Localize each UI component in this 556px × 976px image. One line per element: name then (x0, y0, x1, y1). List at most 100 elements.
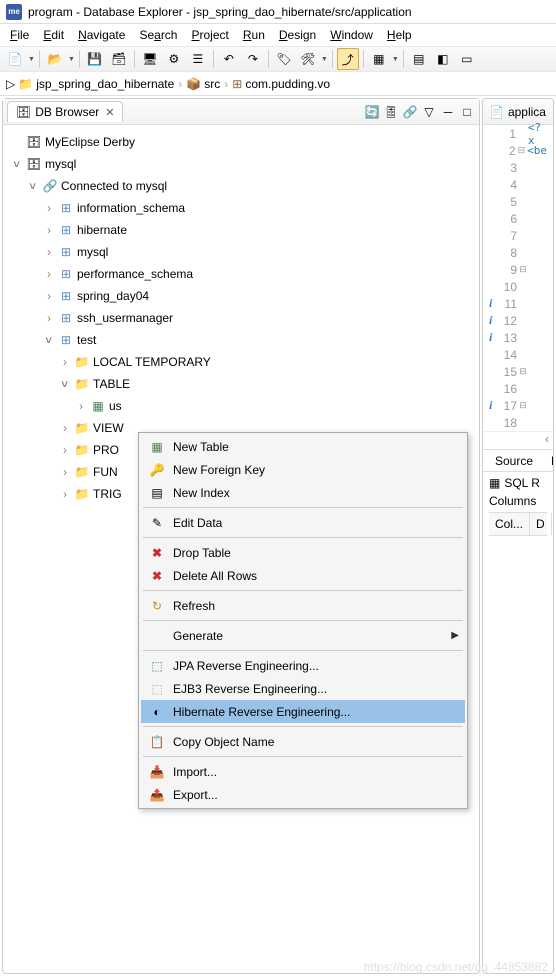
editor-gutter[interactable]: 1<?x2⊟<be3456789⊟10i11i12i131415⊟16i17⊟1… (483, 125, 553, 431)
twisty-icon[interactable] (59, 466, 71, 478)
scroll-left-icon[interactable]: ‹ (545, 432, 549, 449)
fold-icon[interactable]: ⊟ (519, 264, 527, 275)
source-tab2-button[interactable]: N (545, 452, 554, 470)
tree-row[interactable]: ▦us (7, 395, 475, 417)
twisty-icon[interactable] (59, 488, 71, 500)
tool-server[interactable]: ⚙ (163, 48, 185, 70)
twisty-icon[interactable] (43, 334, 55, 346)
menu-design[interactable]: Design (273, 26, 322, 44)
view-menu-icon[interactable]: ▽ (421, 104, 437, 120)
editor-line[interactable]: 16 (483, 380, 553, 397)
editor-line[interactable]: 1<?x (483, 125, 553, 142)
tool-deploy[interactable]: 🖥 (139, 48, 161, 70)
menu-edit[interactable]: Edit (37, 26, 70, 44)
close-icon[interactable]: ✕ (105, 106, 114, 119)
tree-row[interactable]: ⊞information_schema (7, 197, 475, 219)
context-menu-item[interactable]: ◐Hibernate Reverse Engineering... (141, 700, 465, 723)
tool-bug[interactable]: 🛠 (297, 48, 319, 70)
editor-line[interactable]: 15⊟ (483, 363, 553, 380)
tree-row[interactable]: 📁TABLE (7, 373, 475, 395)
minimize-icon[interactable]: ─ (440, 104, 456, 120)
editor-line[interactable]: 10 (483, 278, 553, 295)
tool-filter-icon[interactable]: 🎚 (383, 104, 399, 120)
maximize-icon[interactable]: □ (459, 104, 475, 120)
tree-row[interactable]: ⊞hibernate (7, 219, 475, 241)
twisty-icon[interactable] (43, 202, 55, 214)
menu-window[interactable]: Window (324, 26, 379, 44)
tool-new[interactable]: 📄 (4, 48, 26, 70)
twisty-icon[interactable] (27, 180, 39, 192)
context-menu-item[interactable]: ▤New Index (141, 481, 465, 504)
twisty-icon[interactable] (59, 378, 71, 390)
column-header-d[interactable]: D (530, 513, 552, 535)
tool-grid[interactable]: ▦ (368, 48, 390, 70)
editor-line[interactable]: 8 (483, 244, 553, 261)
context-menu-item[interactable]: 🔑New Foreign Key (141, 458, 465, 481)
db-browser-tab[interactable]: 🗄 DB Browser ✕ (7, 101, 123, 122)
tool-more1[interactable]: ◧ (432, 48, 454, 70)
editor-line[interactable]: i17⊟ (483, 397, 553, 414)
editor-line[interactable]: 2⊟<be (483, 142, 553, 159)
tool-saveall[interactable]: 🗃 (108, 48, 130, 70)
breadcrumb-src[interactable]: 📦 src (186, 77, 220, 91)
context-menu-item[interactable]: 📋Copy Object Name (141, 730, 465, 753)
menu-help[interactable]: Help (381, 26, 418, 44)
tool-undo[interactable]: ↶ (218, 48, 240, 70)
menu-run[interactable]: Run (237, 26, 271, 44)
editor-line[interactable]: 6 (483, 210, 553, 227)
menu-project[interactable]: Project (185, 26, 234, 44)
editor-line[interactable]: 5 (483, 193, 553, 210)
tree-row[interactable]: ⊞mysql (7, 241, 475, 263)
tool-outline[interactable]: ▤ (408, 48, 430, 70)
tool-save[interactable]: 💾 (84, 48, 106, 70)
context-menu-item[interactable]: 📥Import... (141, 760, 465, 783)
tool-perspective[interactable]: ⤴ (337, 48, 359, 70)
context-menu-item[interactable]: ⬚EJB3 Reverse Engineering... (141, 677, 465, 700)
fold-icon[interactable]: ⊟ (518, 145, 526, 156)
tree-row[interactable]: ⊞performance_schema (7, 263, 475, 285)
editor-line[interactable]: 14 (483, 346, 553, 363)
twisty-icon[interactable] (75, 400, 87, 412)
context-menu-item[interactable]: ✎Edit Data (141, 511, 465, 534)
twisty-icon[interactable] (59, 444, 71, 456)
context-menu-item[interactable]: ▦New Table (141, 435, 465, 458)
context-menu-item[interactable]: 📤Export... (141, 783, 465, 806)
breadcrumb-pkg[interactable]: ⊞ com.pudding.vo (232, 77, 330, 91)
tree-row[interactable]: ⊞test (7, 329, 475, 351)
tool-open[interactable]: 📂 (44, 48, 66, 70)
twisty-icon[interactable] (11, 158, 23, 170)
tree-row[interactable]: ⊞ssh_usermanager (7, 307, 475, 329)
tree-row[interactable]: 🔗Connected to mysql (7, 175, 475, 197)
tree-row[interactable]: 📁LOCAL TEMPORARY (7, 351, 475, 373)
editor-line[interactable]: i12 (483, 312, 553, 329)
source-tab-button[interactable]: Source (489, 452, 539, 470)
column-header-col[interactable]: Col... (489, 513, 530, 535)
context-menu-item[interactable]: ✖Drop Table (141, 541, 465, 564)
editor-line[interactable]: 7 (483, 227, 553, 244)
tool-refresh-icon[interactable]: 🔄 (364, 104, 380, 120)
editor-line[interactable]: 3 (483, 159, 553, 176)
context-menu-item[interactable]: ✖Delete All Rows (141, 564, 465, 587)
tool-link-icon[interactable]: 🔗 (402, 104, 418, 120)
editor-line[interactable]: 18 (483, 414, 553, 431)
tree-row[interactable]: ⊞spring_day04 (7, 285, 475, 307)
tree-row[interactable]: 🗄mysql (7, 153, 475, 175)
editor-line[interactable]: 4 (483, 176, 553, 193)
twisty-icon[interactable] (43, 246, 55, 258)
context-menu-item[interactable]: Generate▶ (141, 624, 465, 647)
menu-file[interactable]: File (4, 26, 35, 44)
twisty-icon[interactable] (43, 268, 55, 280)
twisty-icon[interactable] (59, 422, 71, 434)
menu-navigate[interactable]: Navigate (72, 26, 131, 44)
twisty-icon[interactable] (43, 224, 55, 236)
fold-icon[interactable]: ⊟ (519, 400, 527, 411)
tool-list[interactable]: ☰ (187, 48, 209, 70)
editor-line[interactable]: 9⊟ (483, 261, 553, 278)
editor-line[interactable]: i13 (483, 329, 553, 346)
context-menu-item[interactable]: ⬚JPA Reverse Engineering... (141, 654, 465, 677)
editor-line[interactable]: i11 (483, 295, 553, 312)
tool-redo[interactable]: ↷ (242, 48, 264, 70)
twisty-icon[interactable] (43, 290, 55, 302)
tool-tag[interactable]: 🏷 (273, 48, 295, 70)
twisty-icon[interactable] (59, 356, 71, 368)
